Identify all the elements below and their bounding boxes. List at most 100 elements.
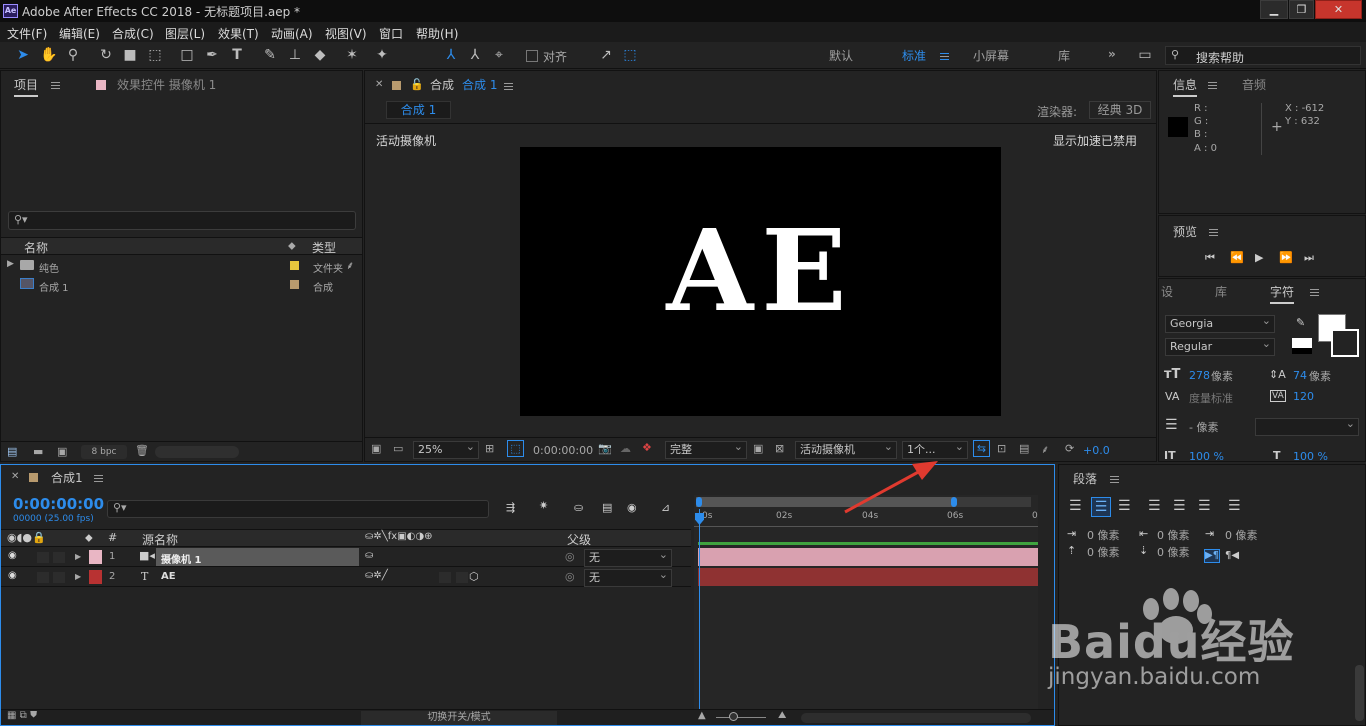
layer-label-swatch[interactable]	[89, 570, 102, 584]
zoom-out-icon[interactable]: ▲	[698, 710, 706, 721]
menu-effect[interactable]: 效果(T)	[218, 25, 259, 42]
new-composition-icon[interactable]: ▣	[57, 445, 67, 458]
first-frame-icon[interactable]: ⏮	[1205, 251, 1215, 265]
col-type[interactable]: 类型	[312, 239, 336, 256]
menu-help[interactable]: 帮助(H)	[416, 25, 458, 42]
justify-all-icon[interactable]: ☰	[1228, 498, 1241, 514]
transparency-grid-icon[interactable]: ⬚	[507, 440, 524, 457]
project-scrollbar[interactable]	[155, 446, 239, 458]
layer-label-swatch[interactable]	[89, 550, 102, 564]
visibility-eye-icon[interactable]: ◉	[8, 550, 17, 561]
snap-icon[interactable]: ↗	[597, 46, 615, 64]
timeline-scrollbar[interactable]	[801, 713, 1031, 723]
workspace-small-screen[interactable]: 小屏幕	[973, 47, 1009, 64]
panel-menu-icon[interactable]	[1208, 82, 1217, 89]
justify-right-icon[interactable]: ☰	[1198, 498, 1211, 514]
project-item[interactable]: 合成 1 合成	[1, 276, 362, 295]
always-preview-icon[interactable]: ▣	[371, 442, 381, 455]
tab-library[interactable]: 库	[1215, 283, 1227, 300]
col-source-name[interactable]: 源名称	[142, 531, 178, 548]
camera-tool-icon[interactable]: ■	[121, 46, 139, 64]
tracking-value[interactable]: 120	[1293, 390, 1314, 403]
timeline-tab[interactable]: 合成1	[51, 469, 83, 486]
panel-menu-icon[interactable]	[1209, 229, 1218, 236]
adjustment-switch[interactable]	[439, 572, 451, 583]
close-tab-icon[interactable]: ✕	[11, 471, 19, 482]
interpret-footage-icon[interactable]: ▤	[7, 445, 17, 458]
zoom-select[interactable]: 25%	[413, 439, 479, 459]
project-item[interactable]: ▶ 纯色 文件夹 ⸙	[1, 257, 362, 276]
pen-tool-icon[interactable]: ✒	[203, 46, 221, 64]
tab-project[interactable]: 项目	[14, 76, 39, 97]
black-white-swatch[interactable]	[1292, 338, 1312, 354]
tab-info[interactable]: 信息	[1173, 76, 1198, 97]
pan-behind-tool-icon[interactable]: ⬚	[146, 46, 164, 64]
layer-name[interactable]: 摄像机 1	[161, 551, 201, 566]
parent-select[interactable]: 无	[584, 547, 672, 567]
font-family-select[interactable]: Georgia	[1165, 313, 1275, 333]
resolution-select[interactable]: 完整	[665, 439, 747, 459]
menu-view[interactable]: 视图(V)	[325, 25, 367, 42]
lock-toggle[interactable]	[53, 552, 65, 563]
zoom-in-icon[interactable]: ⛰	[778, 710, 786, 721]
align-center-icon[interactable]: ☰	[1091, 497, 1111, 517]
text-layer-bar[interactable]	[698, 568, 1038, 586]
flowchart-icon[interactable]: ⸙	[1041, 442, 1049, 457]
play-icon[interactable]: ▶	[1255, 251, 1263, 264]
views-select[interactable]: 1个...	[902, 439, 968, 459]
safe-margins-icon[interactable]: ⊞	[485, 442, 494, 455]
rotate-tool-icon[interactable]: ↻	[97, 46, 115, 64]
kerning-value[interactable]: 度量标准	[1189, 390, 1233, 406]
shy-switch-icon[interactable]: ⛀	[365, 550, 373, 561]
last-frame-icon[interactable]: ⏭	[1304, 251, 1314, 265]
workspace-standard[interactable]: 标准	[902, 47, 926, 64]
comp-mini-flowchart-icon[interactable]: ⇶	[506, 501, 515, 514]
menu-edit[interactable]: 编辑(E)	[59, 25, 100, 42]
world-axis-icon[interactable]: ⅄	[466, 46, 484, 64]
tab-composition[interactable]: 合成 1	[462, 76, 497, 93]
effects-switch[interactable]	[456, 572, 468, 583]
snap-target-icon[interactable]: ⬚	[621, 46, 639, 64]
trash-icon[interactable]: 🗑	[135, 444, 149, 457]
close-button[interactable]: ✕	[1315, 0, 1362, 19]
frame-blending-icon[interactable]: ▤	[602, 501, 612, 514]
previous-frame-icon[interactable]: ⏪	[1230, 251, 1244, 264]
paragraph-scrollbar[interactable]	[1355, 665, 1364, 721]
toggle-switches-modes[interactable]: 切换开关/模式	[361, 711, 557, 725]
show-snapshot-icon[interactable]: ☁	[620, 442, 631, 455]
panel-menu-icon[interactable]	[504, 83, 513, 90]
renderer-button[interactable]: 经典 3D	[1089, 101, 1151, 119]
more-workspaces-icon[interactable]: »	[1108, 47, 1116, 61]
draft-3d-icon[interactable]: ✷	[539, 499, 548, 512]
justify-center-icon[interactable]: ☰	[1173, 498, 1186, 514]
graph-editor-icon[interactable]: ⊿	[661, 501, 670, 514]
layer-name-highlight[interactable]: 摄像机 1	[156, 548, 359, 566]
label-swatch[interactable]	[290, 280, 299, 289]
timeline-timecode[interactable]: 0:00:00:00	[13, 495, 104, 513]
layer-name[interactable]: AE	[161, 571, 176, 582]
leading-value[interactable]: 74	[1293, 369, 1307, 382]
motion-blur-icon[interactable]: ◉	[627, 501, 637, 514]
canvas-text[interactable]: AE	[520, 207, 1001, 337]
bpc-toggle[interactable]: 8 bpc	[81, 445, 127, 459]
align-checkbox[interactable]	[526, 50, 538, 62]
zoom-tool-icon[interactable]: ⚲	[64, 46, 82, 64]
type-tool-icon[interactable]: T	[228, 46, 246, 64]
workspace-default[interactable]: 默认	[829, 47, 853, 64]
workspace-menu-icon[interactable]	[940, 53, 949, 60]
layer-row[interactable]: ◉ ▶ 2 T AE ⛀✲╱ ⬡ ◎ 无	[1, 567, 691, 587]
expand-triangle-icon[interactable]: ▶	[75, 552, 81, 561]
label-swatch[interactable]	[290, 261, 299, 270]
exposure-value[interactable]: +0.0	[1083, 444, 1110, 457]
camera-layer-bar[interactable]	[698, 548, 1038, 566]
clone-stamp-tool-icon[interactable]: ⊥	[286, 46, 304, 64]
minimize-button[interactable]: ▁	[1260, 0, 1288, 19]
layer-switches-icons[interactable]: ⛀✲╱	[365, 570, 388, 581]
menu-layer[interactable]: 图层(L)	[165, 25, 205, 42]
shy-layers-icon[interactable]: ⛀	[574, 501, 583, 514]
work-area-bar[interactable]	[696, 497, 1031, 507]
layer-row[interactable]: ◉ ▶ 1 ■◂ 摄像机 1 ⛀ ◎ 无	[1, 547, 691, 567]
toggle-pixel-aspect-icon[interactable]: ⇆	[973, 440, 990, 457]
timeline-icon[interactable]: ▤	[1019, 442, 1029, 455]
new-folder-icon[interactable]: ▬	[33, 445, 43, 458]
